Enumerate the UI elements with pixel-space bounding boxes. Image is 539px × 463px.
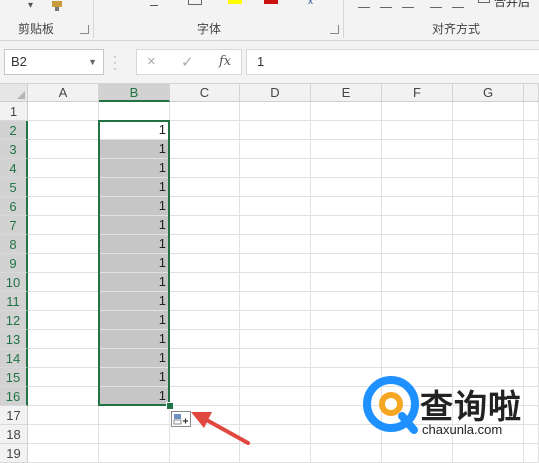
merge-center-icon[interactable] [478,0,490,3]
magnifier-logo-icon [363,376,419,434]
insert-function-icon[interactable]: fx [219,54,231,69]
ribbon: ▾ x 合并后 剪贴板 字体 对齐方式 [0,0,539,41]
chevron-down-icon[interactable]: ▼ [88,50,97,74]
align-right-icon[interactable] [402,2,414,8]
decrease-indent-icon[interactable] [430,2,442,8]
watermark-url: chaxunla.com [422,422,503,437]
clipboard-group-label: 剪贴板 [18,22,55,36]
name-box[interactable]: B2 ▼ [4,49,104,75]
formula-bar: B2 ▼ · · · × ✓ fx 1 [0,41,539,84]
merge-center-label[interactable]: 合并后 [494,0,530,10]
formula-buttons: × ✓ fx [136,49,242,75]
format-painter-icon[interactable] [50,0,66,11]
font-launcher-icon[interactable] [330,25,339,34]
resize-handle-icon[interactable]: · · · [113,50,117,74]
name-box-value: B2 [11,54,27,69]
align-left-icon[interactable] [358,2,370,8]
align-center-icon[interactable] [380,2,392,8]
enter-icon[interactable]: ✓ [181,53,194,71]
watermark: 查询啦 chaxunla.com [362,372,539,442]
watermark-logo-text: 查询啦 [420,388,522,425]
group-divider [343,0,344,38]
alignment-group-label: 对齐方式 [432,22,481,36]
font-group-label: 字体 [197,22,222,36]
group-divider [93,0,94,38]
clipboard-launcher-icon[interactable] [80,25,89,34]
cancel-icon[interactable]: × [147,53,156,70]
font-color-icon[interactable] [264,0,278,4]
formula-input[interactable]: 1 [246,49,539,75]
borders-icon[interactable] [188,0,202,5]
increase-indent-icon[interactable] [452,2,464,8]
phonetic-icon[interactable]: x [308,0,320,7]
underline-icon[interactable] [150,0,158,6]
fill-color-icon[interactable] [228,0,242,4]
